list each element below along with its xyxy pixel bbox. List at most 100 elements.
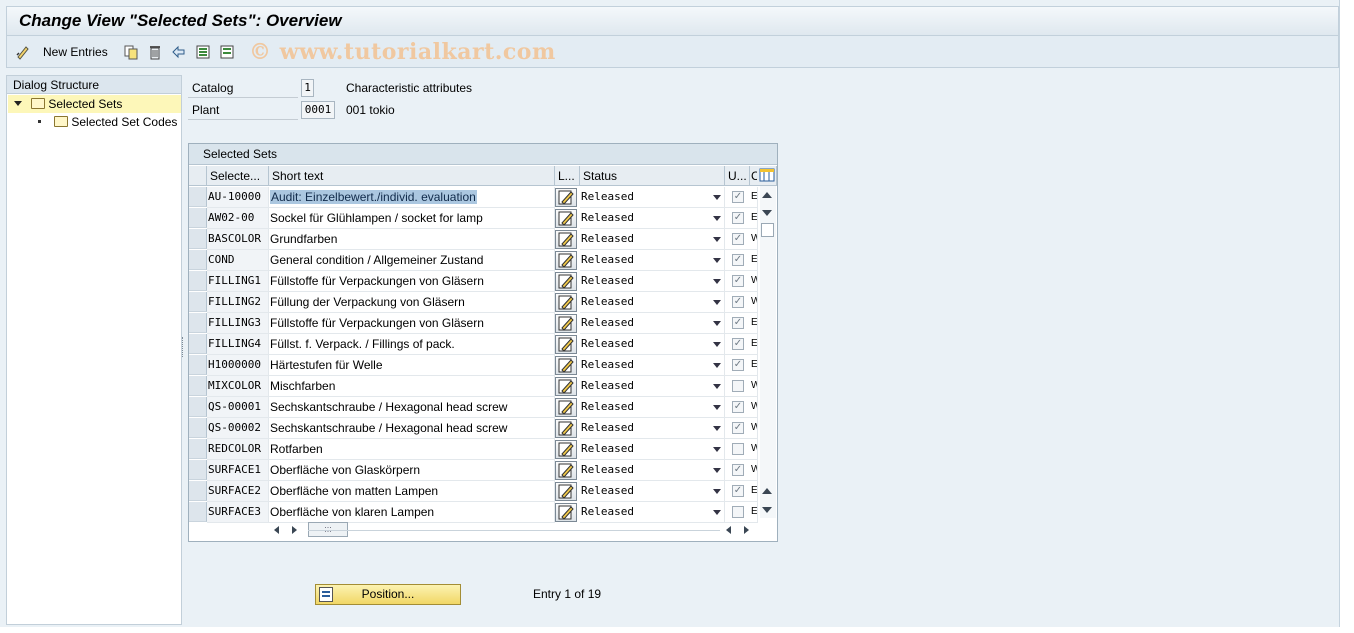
status-dropdown[interactable]: Released (580, 313, 725, 334)
row-selector[interactable] (189, 460, 207, 480)
c-cell[interactable]: W (750, 229, 758, 250)
u-checkbox[interactable]: ✓ (732, 296, 744, 308)
chevron-down-icon[interactable] (713, 321, 721, 326)
row-selector[interactable] (189, 397, 207, 417)
chevron-down-icon[interactable] (713, 258, 721, 263)
selected-set-code-cell[interactable]: SURFACE3 (207, 502, 269, 523)
new-entries-button[interactable]: New Entries (43, 43, 108, 61)
selected-set-code-cell[interactable]: FILLING2 (207, 292, 269, 313)
selected-set-code-cell[interactable]: AW02-00 (207, 208, 269, 229)
selected-set-code-cell[interactable]: FILLING4 (207, 334, 269, 355)
scroll-page-up-icon[interactable] (762, 488, 772, 494)
chevron-down-icon[interactable] (713, 468, 721, 473)
table-vertical-scrollbar[interactable] (760, 186, 776, 518)
long-text-button[interactable] (555, 314, 577, 333)
status-dropdown[interactable]: Released (580, 229, 725, 250)
scroll-thumb[interactable] (761, 223, 774, 237)
c-cell[interactable]: W (750, 271, 758, 292)
c-cell[interactable]: E (750, 208, 758, 229)
u-checkbox[interactable]: ✓ (732, 359, 744, 371)
row-selector[interactable] (189, 229, 207, 249)
short-text-cell[interactable]: Füllst. f. Verpack. / Fillings of pack. (269, 334, 555, 355)
chevron-down-icon[interactable] (713, 237, 721, 242)
short-text-cell[interactable]: Sockel für Glühlampen / socket for lamp (269, 208, 555, 229)
position-button[interactable]: Position... (315, 584, 461, 605)
short-text-cell[interactable]: Härtestufen für Welle (269, 355, 555, 376)
c-cell[interactable]: W (750, 376, 758, 397)
delete-button[interactable] (147, 43, 163, 61)
status-dropdown[interactable]: Released (580, 208, 725, 229)
scroll-right-icon[interactable] (292, 526, 297, 534)
select-all-rows-button[interactable] (189, 166, 207, 186)
u-checkbox[interactable]: ✓ (732, 401, 744, 413)
short-text-cell[interactable]: Grundfarben (269, 229, 555, 250)
short-text-cell[interactable]: Sechskantschraube / Hexagonal head screw (269, 397, 555, 418)
table-settings-button[interactable] (757, 166, 777, 186)
status-dropdown[interactable]: Released (580, 334, 725, 355)
short-text-cell[interactable]: Oberfläche von klaren Lampen (269, 502, 555, 523)
chevron-down-icon[interactable] (713, 405, 721, 410)
u-checkbox[interactable]: ✓ (732, 233, 744, 245)
row-selector[interactable] (189, 208, 207, 228)
c-cell[interactable]: E (750, 355, 758, 376)
c-cell[interactable]: E (750, 313, 758, 334)
row-selector[interactable] (189, 292, 207, 312)
c-cell[interactable]: W (750, 397, 758, 418)
chevron-down-icon[interactable] (713, 384, 721, 389)
u-checkbox[interactable] (732, 443, 744, 455)
scroll-left-icon[interactable] (274, 526, 279, 534)
row-selector[interactable] (189, 271, 207, 291)
u-checkbox[interactable] (732, 506, 744, 518)
selected-set-code-cell[interactable]: REDCOLOR (207, 439, 269, 460)
column-header-selected-set[interactable]: Selecte... (207, 166, 269, 186)
column-header-long-text[interactable]: L... (555, 166, 580, 186)
u-checkbox[interactable]: ✓ (732, 317, 744, 329)
short-text-cell[interactable]: Audit: Einzelbewert./individ. evaluation (269, 187, 555, 208)
u-checkbox[interactable]: ✓ (732, 422, 744, 434)
short-text-cell[interactable]: Oberfläche von matten Lampen (269, 481, 555, 502)
c-cell[interactable]: E (750, 481, 758, 502)
long-text-button[interactable] (555, 293, 577, 312)
long-text-button[interactable] (555, 251, 577, 270)
row-selector[interactable] (189, 355, 207, 375)
c-cell[interactable]: E (750, 187, 758, 208)
row-selector[interactable] (189, 334, 207, 354)
row-selector[interactable] (189, 418, 207, 438)
status-dropdown[interactable]: Released (580, 397, 725, 418)
long-text-button[interactable] (555, 419, 577, 438)
scroll-up-icon[interactable] (762, 192, 772, 198)
selected-set-code-cell[interactable]: SURFACE1 (207, 460, 269, 481)
chevron-down-icon[interactable] (713, 363, 721, 368)
chevron-down-icon[interactable] (713, 510, 721, 515)
status-dropdown[interactable]: Released (580, 502, 725, 523)
c-cell[interactable]: E (750, 502, 758, 523)
status-dropdown[interactable]: Released (580, 418, 725, 439)
short-text-cell[interactable]: Füllstoffe für Verpackungen von Gläsern (269, 271, 555, 292)
status-dropdown[interactable]: Released (580, 376, 725, 397)
scroll-down-icon[interactable] (762, 210, 772, 216)
chevron-down-icon[interactable] (713, 447, 721, 452)
selected-set-code-cell[interactable]: H1000000 (207, 355, 269, 376)
status-dropdown[interactable]: Released (580, 250, 725, 271)
c-cell[interactable]: W (750, 439, 758, 460)
select-all-button[interactable] (195, 43, 211, 61)
row-selector[interactable] (189, 376, 207, 396)
row-selector[interactable] (189, 439, 207, 459)
selected-set-code-cell[interactable]: SURFACE2 (207, 481, 269, 502)
selected-set-code-cell[interactable]: QS-00001 (207, 397, 269, 418)
long-text-button[interactable] (555, 209, 577, 228)
u-checkbox[interactable]: ✓ (732, 338, 744, 350)
scroll-right-end-icon[interactable] (744, 526, 749, 534)
row-selector[interactable] (189, 313, 207, 333)
chevron-down-icon[interactable] (713, 426, 721, 431)
c-cell[interactable]: W (750, 292, 758, 313)
chevron-down-icon[interactable] (713, 279, 721, 284)
selected-set-code-cell[interactable]: FILLING3 (207, 313, 269, 334)
selected-set-code-cell[interactable]: BASCOLOR (207, 229, 269, 250)
panel-splitter[interactable] (182, 75, 186, 625)
u-checkbox[interactable] (732, 380, 744, 392)
plant-field[interactable]: 0001 (301, 101, 335, 119)
long-text-button[interactable] (555, 503, 577, 522)
u-checkbox[interactable]: ✓ (732, 254, 744, 266)
row-selector[interactable] (189, 250, 207, 270)
